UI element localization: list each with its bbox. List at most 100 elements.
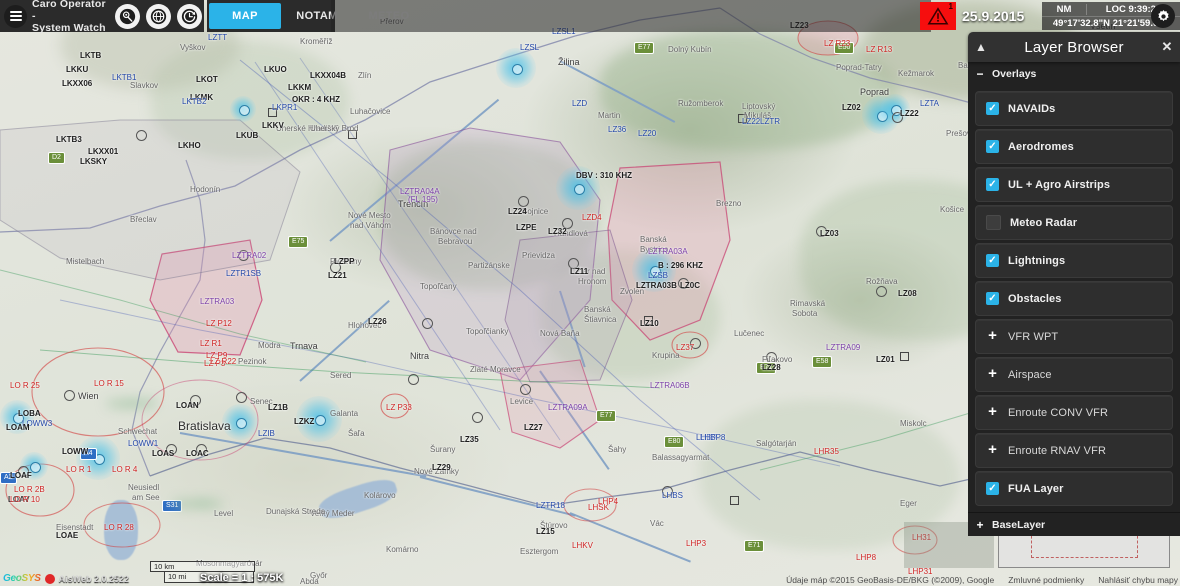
layer-row-enroute-conv-vfr[interactable]: + Enroute CONV VFR <box>975 395 1173 430</box>
layer-row-vfr-wpt[interactable]: + VFR WPT <box>975 319 1173 354</box>
checkbox-unchecked-icon[interactable] <box>986 215 1001 230</box>
road-shield: E77 <box>634 42 655 54</box>
ul-airstrip-marker[interactable] <box>268 108 277 117</box>
aerodrome-marker[interactable] <box>18 466 29 477</box>
layer-row-enroute-rnav-vfr[interactable]: + Enroute RNAV VFR <box>975 433 1173 468</box>
aerodrome-marker[interactable] <box>408 374 419 385</box>
globe-icon[interactable] <box>145 3 171 29</box>
navaid-marker[interactable] <box>0 400 34 434</box>
layer-row-fua-layer[interactable]: ✓ FUA Layer <box>975 471 1173 506</box>
layer-row-lightnings[interactable]: ✓ Lightnings <box>975 243 1173 278</box>
road-shield: D2 <box>48 152 65 164</box>
layer-label: VFR WPT <box>1008 330 1059 343</box>
map-ident-label: LHP8 <box>856 553 877 562</box>
checkbox-checked-icon[interactable]: ✓ <box>986 102 999 115</box>
aerodrome-marker[interactable] <box>562 218 573 229</box>
attribution-terms-link[interactable]: Zmluvné podmienky <box>1008 575 1084 585</box>
map-ident-label: LO R 25 <box>10 381 40 390</box>
expand-plus-icon[interactable]: + <box>986 328 999 343</box>
aerodrome-marker[interactable] <box>330 262 341 273</box>
aerodrome-marker[interactable] <box>520 384 531 395</box>
map-ident-label: LZ P3 <box>204 359 226 368</box>
map-ident-label: LZTR1SB <box>226 269 262 278</box>
aerodrome-marker[interactable] <box>190 395 201 406</box>
layer-row-airspace[interactable]: + Airspace <box>975 357 1173 392</box>
aerodrome-marker[interactable] <box>236 392 247 403</box>
navaid-marker[interactable] <box>632 248 676 292</box>
navaid-marker[interactable] <box>222 404 258 440</box>
check-icon: ✓ <box>988 178 997 190</box>
ul-airstrip-marker[interactable] <box>348 130 357 139</box>
map-ident-label: LZD <box>572 99 588 108</box>
expand-plus-icon[interactable]: + <box>968 519 992 531</box>
aerodrome-marker[interactable] <box>166 444 177 455</box>
aerodrome-marker[interactable] <box>816 226 827 237</box>
ul-airstrip-marker[interactable] <box>738 114 747 123</box>
layer-row-aerodromes[interactable]: ✓ Aerodromes <box>975 129 1173 164</box>
ul-airstrip-marker[interactable] <box>730 496 739 505</box>
alert-warning-button[interactable]: 1 <box>920 2 956 30</box>
map-place-label: Zlaté Moravce <box>470 365 521 374</box>
aerodrome-marker[interactable] <box>472 412 483 423</box>
road-shield: E58 <box>812 356 833 368</box>
river-vah <box>299 299 390 382</box>
navaid-marker[interactable] <box>296 396 342 442</box>
aerodrome-marker[interactable] <box>136 130 147 141</box>
map-place-label: Kroměříž <box>300 37 333 46</box>
checkbox-checked-icon[interactable]: ✓ <box>986 292 999 305</box>
map-ident-label: LZ29 <box>432 463 451 472</box>
aerodrome-marker[interactable] <box>690 338 701 349</box>
units-label[interactable]: NM <box>1042 3 1087 15</box>
map-ident-label: LOAV <box>8 495 30 504</box>
hamburger-menu-icon[interactable] <box>4 4 27 28</box>
map-ident-label: LO_MAFCHF <box>108 399 157 408</box>
layer-list: ✓ NAVAIDs ✓ Aerodromes ✓ UL + Agro Airstrips M… <box>968 85 1180 512</box>
map-ident-label: LZ36 <box>608 125 627 134</box>
navaid-marker[interactable] <box>496 48 536 88</box>
group-header-overlays[interactable]: − Overlays <box>968 62 1180 85</box>
aerodrome-marker[interactable] <box>876 286 887 297</box>
navaid-marker[interactable] <box>556 166 600 210</box>
aerodrome-marker[interactable] <box>518 196 529 207</box>
ul-airstrip-marker[interactable] <box>644 316 653 325</box>
group-header-baselayer[interactable]: + BaseLayer <box>968 512 1180 536</box>
river-danube <box>569 512 691 563</box>
navaid-marker[interactable] <box>230 96 256 122</box>
chevron-up-icon[interactable]: ▲ <box>968 40 994 54</box>
checkbox-checked-icon[interactable]: ✓ <box>986 178 999 191</box>
tab-map[interactable]: MAP <box>209 3 281 29</box>
expand-plus-icon[interactable]: + <box>986 366 999 381</box>
aerodrome-marker[interactable] <box>64 390 75 401</box>
aerodrome-marker[interactable] <box>892 112 903 123</box>
refresh-time-icon[interactable] <box>176 3 202 29</box>
layer-row-meteo-radar[interactable]: Meteo Radar <box>975 205 1173 240</box>
layer-row-ul-agro-airstrips[interactable]: ✓ UL + Agro Airstrips <box>975 167 1173 202</box>
layer-row-obstacles[interactable]: ✓ Obstacles <box>975 281 1173 316</box>
location-search-icon[interactable] <box>114 3 140 29</box>
check-icon: ✓ <box>988 482 997 494</box>
settings-button[interactable] <box>1151 4 1175 28</box>
map-ident-label: LKKU <box>66 65 89 74</box>
close-icon[interactable]: ✕ <box>1154 39 1180 55</box>
check-icon: ✓ <box>988 292 997 304</box>
group-label-baselayer: BaseLayer <box>992 518 1046 531</box>
aerodrome-marker[interactable] <box>422 318 433 329</box>
aerodrome-marker[interactable] <box>568 258 579 269</box>
expand-plus-icon[interactable]: + <box>986 442 999 457</box>
layer-row-navaids[interactable]: ✓ NAVAIDs <box>975 91 1173 126</box>
aerodrome-marker[interactable] <box>238 250 249 261</box>
map-ident-label: LKTB3 <box>56 135 82 144</box>
expand-plus-icon[interactable]: + <box>986 404 999 419</box>
collapse-minus-icon[interactable]: − <box>968 68 992 80</box>
checkbox-checked-icon[interactable]: ✓ <box>986 140 999 153</box>
aerodrome-marker[interactable] <box>196 444 207 455</box>
ul-airstrip-marker[interactable] <box>900 352 909 361</box>
layer-browser-panel[interactable]: ▲ Layer Browser ✕ − Overlays ✓ NAVAIDs ✓ Ae… <box>968 32 1180 536</box>
layer-browser-header: ▲ Layer Browser ✕ <box>968 32 1180 62</box>
attribution-report-link[interactable]: Nahlásiť chybu mapy <box>1098 575 1178 585</box>
check-icon: ✓ <box>988 254 997 266</box>
aerodrome-marker[interactable] <box>678 278 689 289</box>
checkbox-checked-icon[interactable]: ✓ <box>986 482 999 495</box>
checkbox-checked-icon[interactable]: ✓ <box>986 254 999 267</box>
aerodrome-marker[interactable] <box>662 486 673 497</box>
